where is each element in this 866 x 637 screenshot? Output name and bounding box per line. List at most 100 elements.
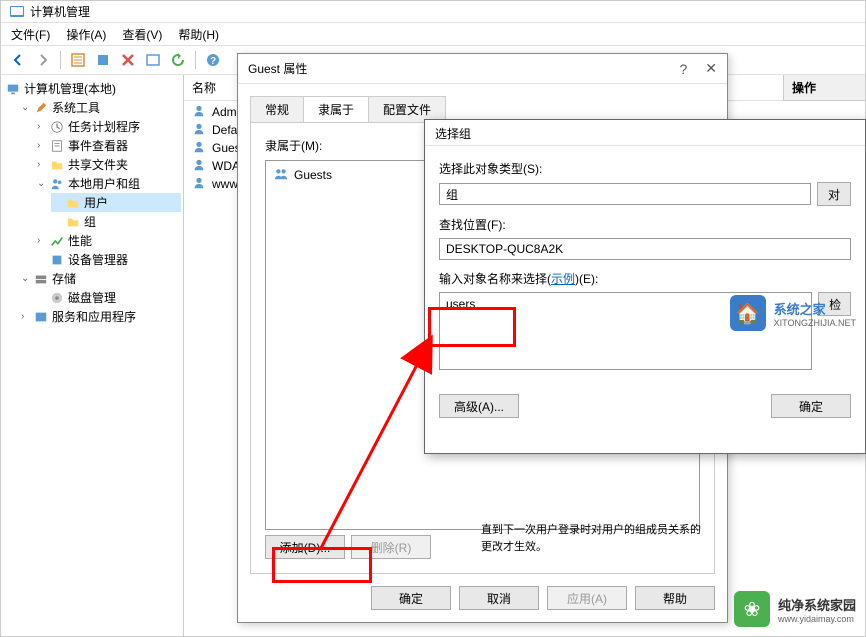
help-button[interactable]: ? <box>202 49 224 71</box>
tree-system-tools[interactable]: ⌄ 系统工具 <box>19 98 181 117</box>
tree-label: 设备管理器 <box>68 251 128 268</box>
ok-button[interactable]: 确定 <box>771 394 851 418</box>
help-button[interactable]: 帮助 <box>635 586 715 610</box>
properties-button[interactable] <box>67 49 89 71</box>
tree-label: 用户 <box>84 194 108 211</box>
tab-member-of[interactable]: 隶属于 <box>303 96 369 122</box>
tree-panel: 计算机管理(本地) ⌄ 系统工具 › 任务计划程序 › <box>1 75 184 636</box>
user-icon <box>192 176 208 192</box>
object-names-label: 输入对象名称来选择(示例)(E): <box>439 270 851 287</box>
item-label: Admi <box>212 105 239 119</box>
item-label: WDA <box>212 159 240 173</box>
ok-button[interactable]: 确定 <box>371 586 451 610</box>
tree-groups[interactable]: 组 <box>51 212 181 231</box>
advanced-button[interactable]: 高级(A)... <box>439 394 519 418</box>
apply-button[interactable]: 应用(A) <box>547 586 627 610</box>
tree-device-manager[interactable]: 设备管理器 <box>35 250 181 269</box>
tree-label: 服务和应用程序 <box>52 308 136 325</box>
tree-label: 系统工具 <box>52 99 100 116</box>
tree-storage[interactable]: ⌄ 存储 <box>19 269 181 288</box>
tree-label: 磁盘管理 <box>68 289 116 306</box>
tree-label: 性能 <box>68 232 92 249</box>
tab-bar: 常规 隶属于 配置文件 <box>238 84 727 122</box>
tree-label: 计算机管理(本地) <box>24 80 116 97</box>
back-button[interactable] <box>7 49 29 71</box>
group-icon <box>274 167 290 183</box>
collapse-icon[interactable]: ⌄ <box>37 178 49 189</box>
device-icon <box>49 252 65 268</box>
example-link[interactable]: 示例 <box>551 272 575 286</box>
add-button[interactable]: 添加(D)... <box>265 535 345 559</box>
select-groups-dialog: 选择组 选择此对象类型(S): 对 查找位置(F): 输入对象名称来选择(示例)… <box>424 119 866 454</box>
tree-shared-folders[interactable]: › 共享文件夹 <box>35 155 181 174</box>
folder-icon <box>65 214 81 230</box>
folder-icon <box>65 195 81 211</box>
separator <box>60 51 61 69</box>
member-name: Guests <box>294 168 332 182</box>
delete-button[interactable] <box>117 49 139 71</box>
chart-icon <box>49 233 65 249</box>
menu-view[interactable]: 查看(V) <box>118 24 166 45</box>
actions-header: 操作 <box>784 75 865 101</box>
expand-icon[interactable]: › <box>37 159 49 170</box>
menu-action[interactable]: 操作(A) <box>62 24 110 45</box>
storage-icon <box>33 271 49 287</box>
expand-icon[interactable]: › <box>37 140 49 151</box>
tree-local-users-groups[interactable]: ⌄ 本地用户和组 <box>35 174 181 193</box>
tree-label: 事件查看器 <box>68 137 128 154</box>
tree-performance[interactable]: › 性能 <box>35 231 181 250</box>
note-text: 直到下一次用户登录时对用户的组成员关系的更改才生效。 <box>481 522 701 555</box>
tree-users[interactable]: 用户 <box>51 193 181 212</box>
tree-label: 存储 <box>52 270 76 287</box>
user-icon <box>192 140 208 156</box>
tree-label: 任务计划程序 <box>68 118 140 135</box>
refresh-button[interactable] <box>167 49 189 71</box>
disk-icon <box>49 290 65 306</box>
help-icon[interactable]: ? <box>679 61 687 77</box>
location-label: 查找位置(F): <box>439 216 851 233</box>
collapse-icon[interactable]: ⌄ <box>21 273 33 284</box>
tree-task-scheduler[interactable]: › 任务计划程序 <box>35 117 181 136</box>
user-icon <box>192 104 208 120</box>
dialog-footer: 确定 取消 应用(A) 帮助 <box>238 574 727 622</box>
stop-button[interactable] <box>92 49 114 71</box>
tree-label: 共享文件夹 <box>68 156 128 173</box>
dialog-title: Guest 属性 <box>248 60 307 77</box>
user-icon <box>192 122 208 138</box>
object-type-label: 选择此对象类型(S): <box>439 160 851 177</box>
tab-general[interactable]: 常规 <box>250 96 304 122</box>
item-label: Defa <box>212 123 237 137</box>
location-input[interactable] <box>439 238 851 260</box>
tree-disk-management[interactable]: 磁盘管理 <box>35 288 181 307</box>
expand-icon[interactable]: › <box>21 311 33 322</box>
title-bar: 计算机管理 <box>1 1 865 23</box>
user-icon <box>192 158 208 174</box>
export-button[interactable] <box>142 49 164 71</box>
tree-services-apps[interactable]: › 服务和应用程序 <box>19 307 181 326</box>
tree-root[interactable]: 计算机管理(本地) <box>3 79 181 98</box>
tree-event-viewer[interactable]: › 事件查看器 <box>35 136 181 155</box>
check-names-button[interactable]: 检 <box>818 292 851 316</box>
expand-icon[interactable]: › <box>37 235 49 246</box>
expand-icon[interactable]: › <box>37 121 49 132</box>
object-names-input[interactable] <box>439 292 812 370</box>
object-types-button[interactable]: 对 <box>817 182 851 206</box>
window-title: 计算机管理 <box>30 3 90 20</box>
tree-label: 本地用户和组 <box>68 175 140 192</box>
forward-button[interactable] <box>32 49 54 71</box>
tools-icon <box>33 100 49 116</box>
cancel-button[interactable]: 取消 <box>459 586 539 610</box>
tree-label: 组 <box>84 213 96 230</box>
remove-button[interactable]: 删除(R) <box>351 535 431 559</box>
services-icon <box>33 309 49 325</box>
actions-panel: 操作 <box>783 75 865 101</box>
collapse-icon[interactable]: ⌄ <box>21 102 33 113</box>
users-icon <box>49 176 65 192</box>
clock-icon <box>49 119 65 135</box>
menu-file[interactable]: 文件(F) <box>7 24 54 45</box>
close-icon[interactable]: ✕ <box>705 60 717 77</box>
object-type-input[interactable] <box>439 183 811 205</box>
menu-help[interactable]: 帮助(H) <box>174 24 223 45</box>
app-icon <box>9 4 25 20</box>
select-dialog-title: 选择组 <box>425 120 865 146</box>
